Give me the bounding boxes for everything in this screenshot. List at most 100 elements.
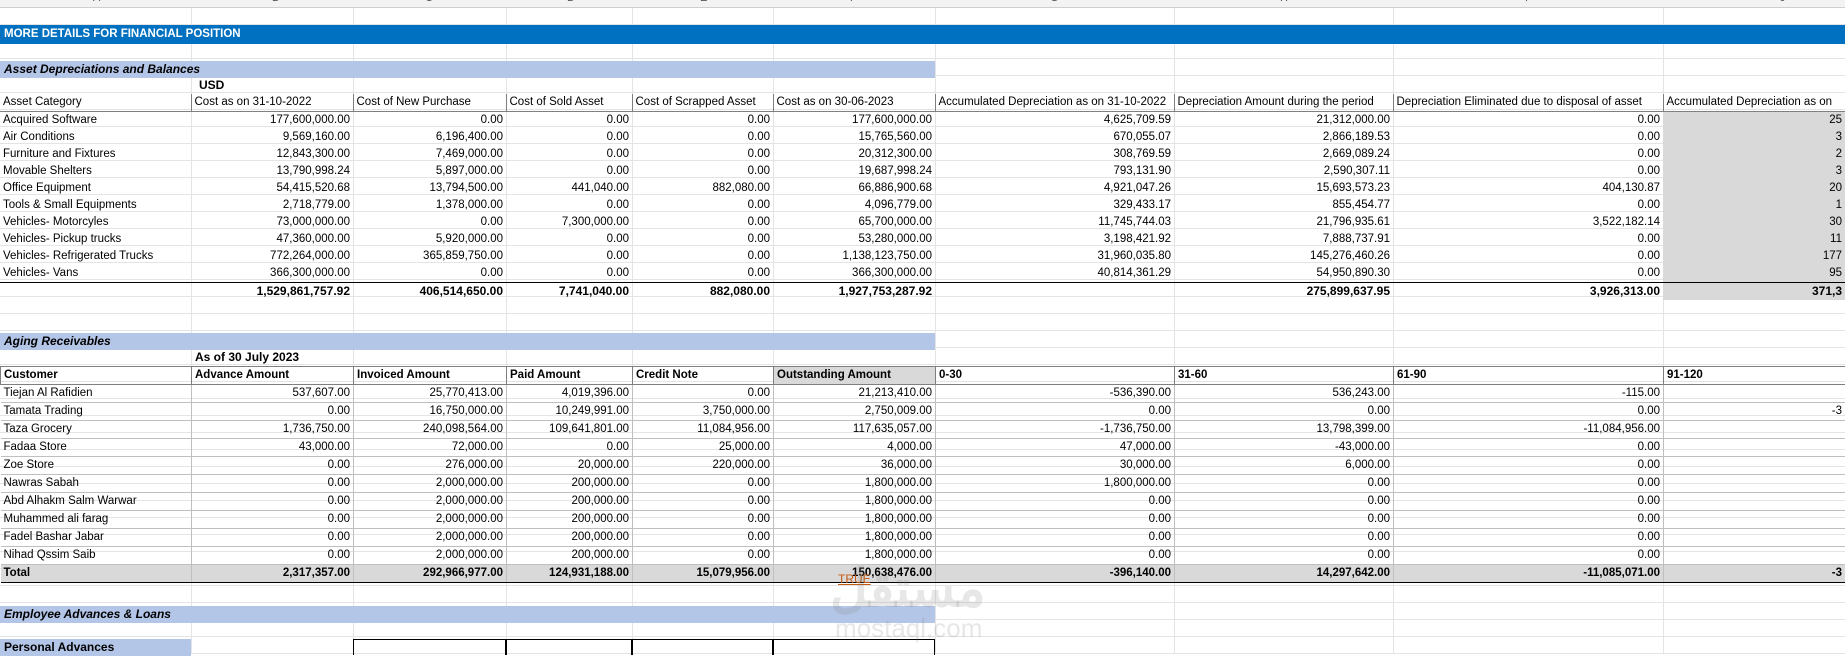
- aging-row-cell[interactable]: 0.00: [1175, 493, 1394, 511]
- asset-total-row-cell[interactable]: [935, 283, 1174, 301]
- employee-section-title[interactable]: Employee Advances & Loans: [0, 606, 935, 623]
- asset-row-cell[interactable]: 365,859,750.00: [353, 248, 506, 265]
- asset-row-cell[interactable]: 13,794,500.00: [353, 180, 506, 197]
- pa-cell[interactable]: [506, 639, 632, 655]
- aging-row-cell[interactable]: 0.00: [192, 511, 354, 529]
- aging-row-cell[interactable]: 0.00: [1394, 529, 1664, 547]
- asset-row-cell[interactable]: 47,360,000.00: [191, 231, 353, 248]
- aging-row-cell[interactable]: [1664, 493, 1845, 511]
- col-letter-g[interactable]: G: [1050, 0, 1059, 4]
- asset-row-cell[interactable]: 4,921,047.26: [935, 180, 1174, 197]
- asset-row-cell[interactable]: 0.00: [506, 146, 632, 163]
- asset-row-cell[interactable]: 670,055.07: [935, 129, 1174, 146]
- asset-row-cell[interactable]: 145,276,460.26: [1174, 248, 1393, 265]
- aging-row-cell[interactable]: 0.00: [1394, 511, 1664, 529]
- asset-row-cell[interactable]: 66,886,900.68: [773, 180, 935, 197]
- asset-row-cell[interactable]: 2,669,089.24: [1174, 146, 1393, 163]
- aging-row-cell[interactable]: 30,000.00: [936, 457, 1175, 475]
- aging-row-cell[interactable]: 0.00: [633, 475, 774, 493]
- asset-total-row-cell[interactable]: 7,741,040.00: [506, 283, 632, 301]
- asset-row-cell[interactable]: Tools & Small Equipments: [0, 197, 191, 214]
- asset-total-row-cell[interactable]: 3,926,313.00: [1393, 283, 1663, 301]
- aging-row-cell[interactable]: [1664, 457, 1845, 475]
- col-letter-c[interactable]: C: [425, 0, 433, 4]
- aging-row-cell[interactable]: [1664, 385, 1845, 403]
- asset-header-row-cell[interactable]: Cost as on 31-10-2022: [191, 94, 353, 112]
- aging-row-cell[interactable]: 0.00: [1175, 511, 1394, 529]
- col-letter-b[interactable]: B: [272, 0, 279, 4]
- asset-row-cell[interactable]: 1,378,000.00: [353, 197, 506, 214]
- asset-header-row-cell[interactable]: Cost of Scrapped Asset: [632, 94, 773, 112]
- asset-row-cell[interactable]: 441,040.00: [506, 180, 632, 197]
- asset-total-row-cell[interactable]: [0, 283, 191, 301]
- asset-row-cell[interactable]: 19,687,998.24: [773, 163, 935, 180]
- aging-row-cell[interactable]: 536,243.00: [1175, 385, 1394, 403]
- asset-row-cell[interactable]: 0.00: [632, 197, 773, 214]
- asset-row-cell[interactable]: 15,765,560.00: [773, 129, 935, 146]
- aging-row-cell[interactable]: 21,213,410.00: [774, 385, 936, 403]
- aging-row-cell[interactable]: 0.00: [936, 493, 1175, 511]
- aging-row-cell[interactable]: Tamata Trading: [1, 403, 192, 421]
- asset-row-cell[interactable]: Acquired Software: [0, 112, 191, 130]
- asset-row-cell[interactable]: 855,454.77: [1174, 197, 1393, 214]
- col-letter-h[interactable]: H: [1280, 0, 1288, 4]
- aging-row-cell[interactable]: 0.00: [936, 511, 1175, 529]
- asset-row-cell[interactable]: 0.00: [506, 163, 632, 180]
- aging-row-cell[interactable]: 200,000.00: [507, 493, 633, 511]
- aging-row-cell[interactable]: 43,000.00: [192, 439, 354, 457]
- aging-row-cell[interactable]: Nawras Sabah: [1, 475, 192, 493]
- asset-row-cell[interactable]: 4,625,709.59: [935, 112, 1174, 130]
- asset-row-cell[interactable]: 0.00: [506, 231, 632, 248]
- asset-row-cell[interactable]: 329,433.17: [935, 197, 1174, 214]
- aging-row-cell[interactable]: 0.00: [633, 385, 774, 403]
- aging-row-cell[interactable]: 109,641,801.00: [507, 421, 633, 439]
- asset-row-cell[interactable]: 0.00: [632, 112, 773, 130]
- asset-header-row-cell[interactable]: Depreciation Eliminated due to disposal …: [1393, 94, 1663, 112]
- asset-row-cell[interactable]: 73,000,000.00: [191, 214, 353, 231]
- asset-row-cell[interactable]: 31,960,035.80: [935, 248, 1174, 265]
- asset-row-cell[interactable]: 40,814,361.29: [935, 265, 1174, 283]
- aging-header-row-cell[interactable]: Paid Amount: [507, 367, 633, 385]
- asset-row-cell[interactable]: 793,131.90: [935, 163, 1174, 180]
- asset-row-cell[interactable]: 2,866,189.53: [1174, 129, 1393, 146]
- aging-row-cell[interactable]: 0.00: [1394, 475, 1664, 493]
- aging-row-cell[interactable]: [1664, 421, 1845, 439]
- aging-row-cell[interactable]: -3: [1664, 403, 1845, 421]
- aging-row-cell[interactable]: 0.00: [1175, 547, 1394, 565]
- aging-total-row-cell[interactable]: 2,317,357.00: [192, 565, 354, 583]
- asset-row-cell[interactable]: 0.00: [1393, 129, 1663, 146]
- aging-row-cell[interactable]: 0.00: [507, 439, 633, 457]
- aging-row-cell[interactable]: 0.00: [1394, 403, 1664, 421]
- aging-row-cell[interactable]: 47,000.00: [936, 439, 1175, 457]
- asset-row-cell[interactable]: 0.00: [353, 112, 506, 130]
- asset-row-cell[interactable]: Vehicles- Refrigerated Trucks: [0, 248, 191, 265]
- asset-row-cell[interactable]: 0.00: [632, 129, 773, 146]
- asset-total-row-cell[interactable]: 275,899,637.95: [1174, 283, 1393, 301]
- asset-total-row-cell[interactable]: 1,927,753,287.92: [773, 283, 935, 301]
- asset-row-cell[interactable]: 308,769.59: [935, 146, 1174, 163]
- col-letter-e[interactable]: E: [700, 0, 707, 4]
- asset-row-cell[interactable]: 7,469,000.00: [353, 146, 506, 163]
- aging-row-cell[interactable]: 72,000.00: [354, 439, 507, 457]
- asset-total-row-cell[interactable]: 882,080.00: [632, 283, 773, 301]
- aging-header-row-cell[interactable]: Outstanding Amount: [774, 367, 936, 385]
- asset-row-cell[interactable]: Vehicles- Vans: [0, 265, 191, 283]
- aging-row-cell[interactable]: 0.00: [1175, 403, 1394, 421]
- pa-cell[interactable]: [632, 639, 773, 655]
- aging-row-cell[interactable]: 2,000,000.00: [354, 547, 507, 565]
- aging-row-cell[interactable]: 16,750,000.00: [354, 403, 507, 421]
- financial-position-banner[interactable]: MORE DETAILS FOR FINANCIAL POSITION: [0, 25, 1845, 44]
- asset-row-cell[interactable]: 20: [1663, 180, 1845, 197]
- aging-row-cell[interactable]: 0.00: [1394, 493, 1664, 511]
- aging-header-row-cell[interactable]: 31-60: [1175, 367, 1394, 385]
- aging-header-row-cell[interactable]: Invoiced Amount: [354, 367, 507, 385]
- asset-row-cell[interactable]: 1,138,123,750.00: [773, 248, 935, 265]
- asset-row-cell[interactable]: 25: [1663, 112, 1845, 130]
- aging-row-cell[interactable]: 0.00: [1394, 439, 1664, 457]
- asset-row-cell[interactable]: 366,300,000.00: [191, 265, 353, 283]
- aging-row-cell[interactable]: 0.00: [633, 547, 774, 565]
- asset-header-row-cell[interactable]: Accumulated Depreciation as on: [1663, 94, 1845, 112]
- asset-row-cell[interactable]: 5,920,000.00: [353, 231, 506, 248]
- asset-row-cell[interactable]: Air Conditions: [0, 129, 191, 146]
- aging-row-cell[interactable]: -1,736,750.00: [936, 421, 1175, 439]
